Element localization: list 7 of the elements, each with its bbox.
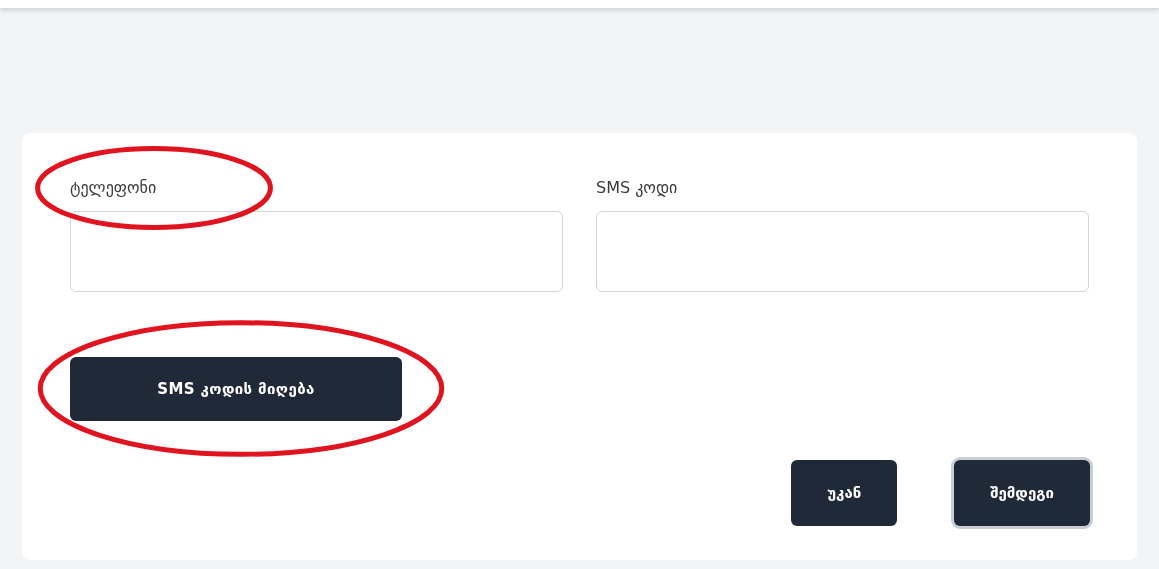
field-label: SMS კოდი [596,177,678,199]
text-field[interactable] [70,211,563,292]
nav-button[interactable]: შემდეგი [954,460,1090,526]
field-label: ტელეფონი [70,177,157,199]
text-field[interactable] [596,211,1089,292]
nav-button[interactable]: უკან [791,460,898,526]
get-code-button[interactable]: SMS კოდის მიღება [70,357,402,421]
